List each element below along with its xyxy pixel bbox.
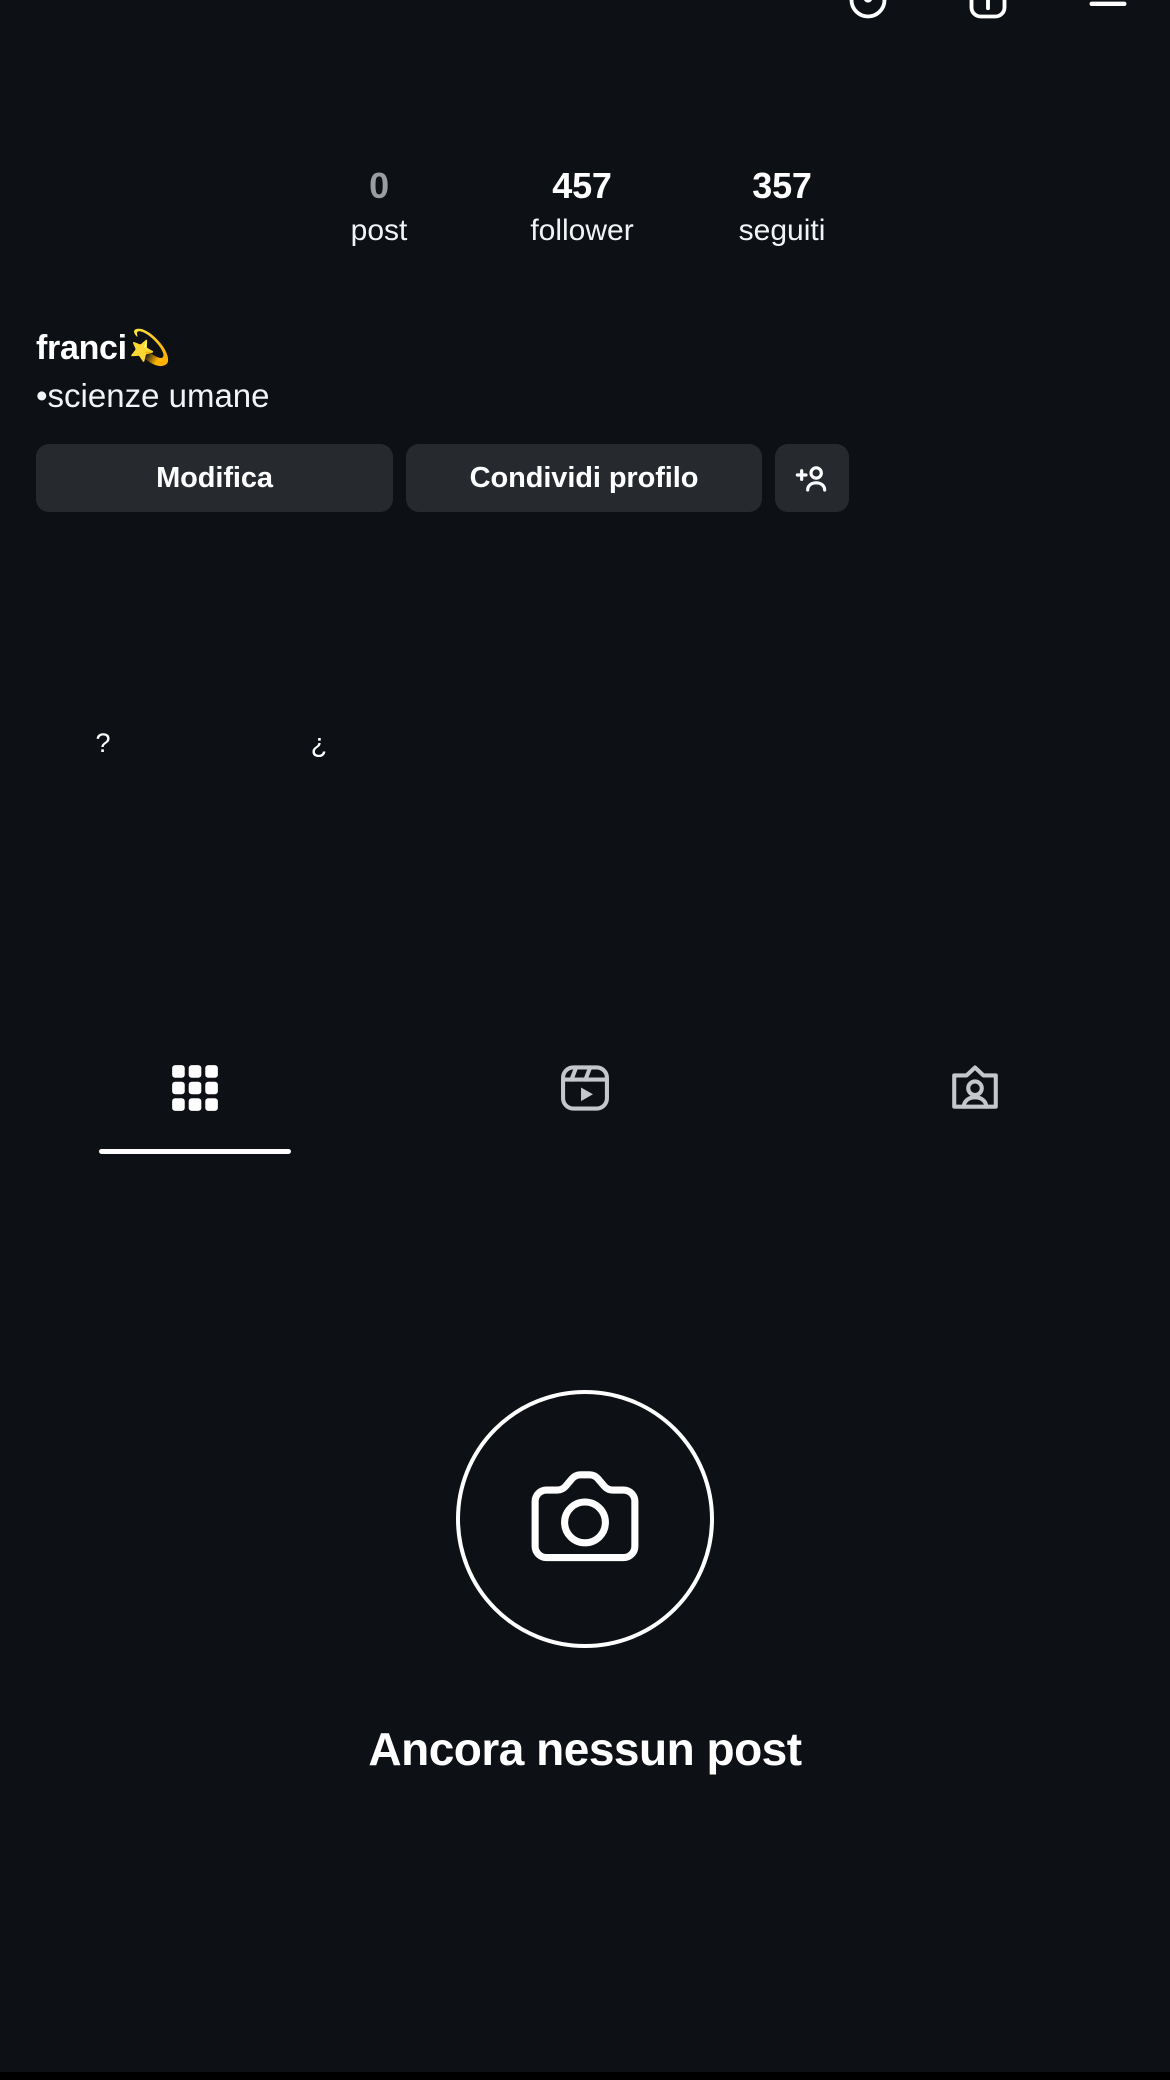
edit-profile-button[interactable]: Modifica — [36, 444, 393, 512]
threads-icon[interactable] — [842, 0, 894, 26]
profile-actions: Modifica Condividi profilo — [36, 444, 1134, 512]
bottom-edge — [0, 2072, 1170, 2080]
highlight-label: ? — [95, 728, 111, 758]
dizzy-star-icon: 💫 — [128, 329, 172, 367]
active-tab-indicator — [99, 1149, 291, 1154]
profile-stats: 0 post 457 follower 357 seguiti — [276, 163, 1170, 251]
tagged-icon — [947, 1060, 1003, 1116]
tab-grid[interactable] — [0, 1040, 390, 1154]
stat-following[interactable]: 357 seguiti — [682, 163, 882, 251]
stat-following-label: seguiti — [738, 214, 826, 247]
stat-posts[interactable]: 0 post — [276, 163, 482, 251]
empty-state-title: Ancora nessun post — [368, 1723, 802, 1775]
empty-state-circle — [456, 1390, 714, 1648]
add-person-button[interactable] — [775, 444, 849, 512]
stat-following-value: 357 — [752, 165, 812, 206]
empty-state: Ancora nessun post — [0, 1390, 1170, 1776]
highlight-item[interactable]: ? — [36, 690, 170, 810]
top-bar — [0, 0, 1170, 26]
share-profile-button[interactable]: Condividi profilo — [406, 444, 762, 512]
reels-icon — [557, 1060, 613, 1116]
profile-bio: •scienze umane — [36, 377, 270, 414]
stat-followers-label: follower — [530, 214, 634, 247]
highlight-label: ¿ — [310, 728, 328, 758]
tab-tagged[interactable] — [780, 1040, 1170, 1136]
instagram-profile-screen: 0 post 457 follower 357 seguiti franci 💫… — [0, 0, 1170, 2080]
display-name: franci — [36, 329, 127, 367]
profile-tabs — [0, 1040, 1170, 1154]
camera-icon — [517, 1451, 653, 1587]
story-highlights: ? ¿ — [36, 690, 1134, 810]
highlight-item[interactable]: ¿ — [252, 690, 386, 810]
add-person-icon — [792, 458, 832, 498]
profile-name-row: franci 💫 — [36, 326, 171, 370]
stat-followers-value: 457 — [552, 165, 612, 206]
menu-icon[interactable] — [1082, 0, 1134, 26]
new-post-icon[interactable] — [962, 0, 1014, 26]
stat-posts-value: 0 — [369, 165, 389, 206]
stat-posts-label: post — [350, 214, 408, 247]
stat-followers[interactable]: 457 follower — [482, 163, 682, 251]
grid-icon — [167, 1060, 223, 1116]
tab-reels[interactable] — [390, 1040, 780, 1136]
